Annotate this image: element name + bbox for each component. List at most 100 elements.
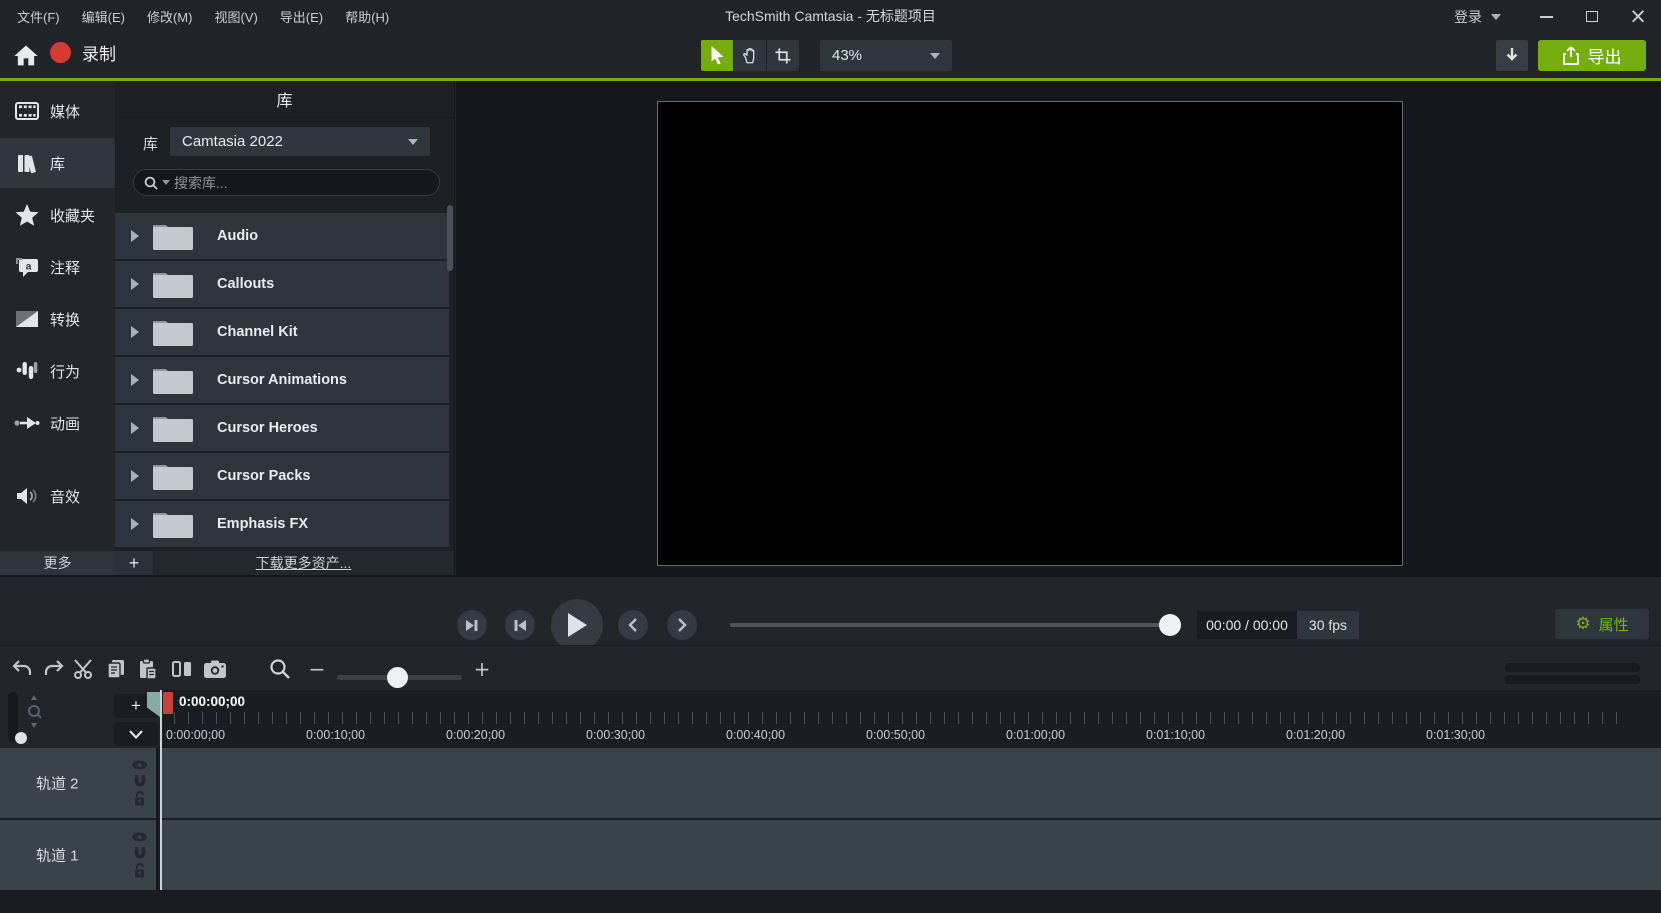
paste-button[interactable] — [134, 656, 162, 682]
properties-button[interactable]: ⚙ 属性 — [1555, 609, 1649, 639]
sidebar-item-behaviors[interactable]: 行为 — [0, 346, 115, 396]
download-button[interactable] — [1496, 40, 1528, 71]
home-button[interactable] — [12, 42, 40, 70]
expand-caret-icon[interactable] — [131, 230, 139, 242]
library-add-button[interactable]: + — [115, 551, 153, 575]
fps-display[interactable]: 30 fps — [1297, 611, 1359, 639]
menu-file[interactable]: 文件(F) — [6, 7, 71, 26]
timeline-zoom-knob[interactable] — [387, 667, 408, 688]
cut-button[interactable] — [70, 656, 98, 682]
menu-edit[interactable]: 编辑(E) — [71, 7, 136, 26]
undo-button[interactable] — [8, 656, 36, 682]
chevron-right-icon — [677, 618, 687, 632]
record-icon — [50, 42, 71, 63]
animation-icon — [14, 416, 40, 430]
screenshot-button[interactable] — [201, 656, 229, 682]
track-1-lane[interactable] — [160, 820, 1661, 890]
library-folder-audio[interactable]: Audio — [115, 213, 449, 259]
expand-caret-icon[interactable] — [131, 326, 139, 338]
close-button[interactable]: × — [1615, 0, 1661, 33]
svg-text:a: a — [26, 261, 32, 272]
library-dropdown-value: Camtasia 2022 — [182, 133, 283, 150]
zoom-out-button[interactable]: − — [303, 656, 331, 682]
expand-caret-icon[interactable] — [131, 518, 139, 530]
timeline-collapse-button[interactable] — [114, 722, 158, 746]
timeline-zoom-button[interactable] — [266, 656, 294, 682]
download-more-assets-link[interactable]: 下载更多资产... — [153, 553, 454, 573]
menu-export[interactable]: 导出(E) — [269, 7, 334, 26]
library-scrollbar[interactable] — [447, 205, 453, 271]
step-back-button[interactable] — [457, 610, 487, 640]
timeline-ruler[interactable]: 0:00:00;00 0:00:10;00 0:00:20;00 0:00:30… — [160, 690, 1661, 748]
preview-canvas[interactable] — [657, 101, 1403, 566]
library-folder-channel-kit[interactable]: Channel Kit — [115, 309, 449, 355]
track-row-1: 轨道 1 — [0, 820, 1661, 890]
sidebar-item-animations[interactable]: 动画 — [0, 398, 115, 448]
sidebar-item-label: 收藏夹 — [50, 205, 95, 226]
redo-button[interactable] — [40, 656, 68, 682]
track-height-slider[interactable] — [8, 692, 18, 742]
crop-tool-button[interactable] — [767, 40, 799, 71]
magnet-icon[interactable] — [133, 773, 147, 788]
menu-view[interactable]: 视图(V) — [203, 7, 268, 26]
menu-help[interactable]: 帮助(H) — [334, 7, 400, 26]
copy-button[interactable] — [102, 656, 130, 682]
seek-slider[interactable] — [730, 623, 1178, 627]
export-button[interactable]: 导出 — [1538, 40, 1646, 71]
sidebar-more-button[interactable]: 更多 — [0, 551, 115, 575]
library-folder-cursor-heroes[interactable]: Cursor Heroes — [115, 405, 449, 451]
sidebar-item-audio-effects[interactable]: 音效 — [0, 471, 115, 521]
login-button[interactable]: 登录 — [1454, 7, 1501, 27]
search-icon — [144, 176, 158, 190]
split-button[interactable] — [168, 656, 196, 682]
sidebar-item-annotations[interactable]: a 注释 — [0, 242, 115, 292]
eye-icon[interactable] — [131, 760, 148, 770]
canvas-zoom-dropdown[interactable]: 43% — [820, 40, 952, 71]
sidebar-item-media[interactable]: 媒体 — [0, 86, 115, 136]
selection-tool-button[interactable] — [701, 40, 733, 71]
track-2-lane[interactable] — [160, 748, 1661, 818]
library-search-box[interactable] — [133, 169, 440, 196]
expand-caret-icon[interactable] — [131, 278, 139, 290]
folder-icon — [151, 221, 195, 251]
library-folder-emphasis-fx[interactable]: Emphasis FX — [115, 501, 449, 547]
ruler-label: 0:01:00;00 — [1006, 728, 1065, 742]
sidebar-item-transitions[interactable]: 转换 — [0, 294, 115, 344]
jump-back-button[interactable] — [618, 610, 648, 640]
track-name: 轨道 2 — [36, 773, 79, 794]
library-folder-cursor-animations[interactable]: Cursor Animations — [115, 357, 449, 403]
playhead-line[interactable] — [160, 690, 162, 890]
timeline-scrollbar-horizontal[interactable] — [1505, 663, 1640, 672]
menu-modify[interactable]: 修改(M) — [136, 7, 204, 26]
sidebar-item-library[interactable]: 库 — [0, 138, 115, 188]
playhead-marker-icon[interactable] — [163, 692, 173, 714]
library-folder-cursor-packs[interactable]: Cursor Packs — [115, 453, 449, 499]
sidebar-item-label: 行为 — [50, 361, 80, 382]
jump-forward-button[interactable] — [667, 610, 697, 640]
unlock-icon[interactable] — [133, 791, 146, 806]
minimize-button[interactable] — [1523, 0, 1569, 33]
zoom-in-button[interactable]: + — [468, 656, 496, 682]
ruler-label: 0:00:00;00 — [166, 728, 225, 742]
magnet-icon[interactable] — [133, 845, 147, 860]
pan-tool-button[interactable] — [734, 40, 766, 71]
library-dropdown[interactable]: Camtasia 2022 — [170, 127, 430, 156]
track-1-header[interactable]: 轨道 1 — [0, 820, 158, 890]
maximize-button[interactable] — [1569, 0, 1615, 33]
library-folder-callouts[interactable]: Callouts — [115, 261, 449, 307]
unlock-icon[interactable] — [133, 863, 146, 878]
track-2-header[interactable]: 轨道 2 — [0, 748, 158, 818]
expand-caret-icon[interactable] — [131, 374, 139, 386]
expand-caret-icon[interactable] — [131, 470, 139, 482]
step-forward-button[interactable] — [505, 610, 535, 640]
play-button[interactable] — [551, 599, 603, 651]
timeline: + 0:00:00;00 0:00:10;00 0:00:20;00 0:00:… — [0, 690, 1661, 913]
expand-caret-icon[interactable] — [131, 422, 139, 434]
seek-slider-knob[interactable] — [1159, 614, 1181, 636]
library-search-input[interactable] — [174, 175, 394, 191]
sidebar-item-favorites[interactable]: 收藏夹 — [0, 190, 115, 240]
eye-icon[interactable] — [131, 832, 148, 842]
folder-name: Callouts — [217, 276, 274, 292]
record-button[interactable]: 录制 — [50, 40, 116, 65]
timeline-scrollbar-horizontal-2[interactable] — [1505, 675, 1640, 684]
